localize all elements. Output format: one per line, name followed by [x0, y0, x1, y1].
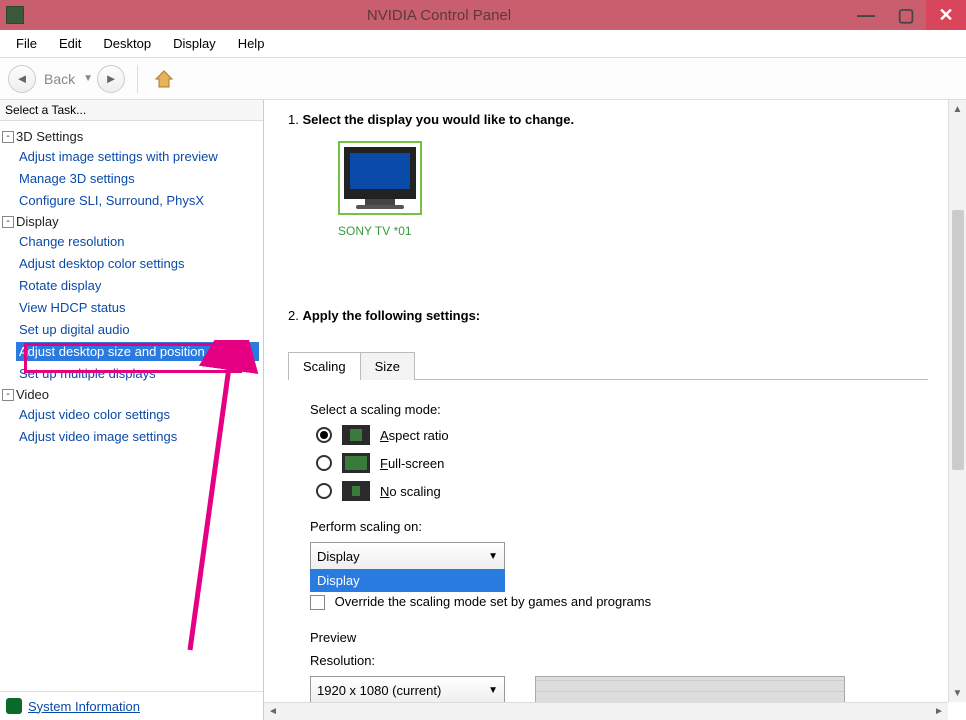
preview-image [535, 676, 845, 702]
display-tile-label: SONY TV *01 [338, 224, 928, 238]
nav-back-dropdown[interactable]: ▼ [83, 73, 93, 84]
settings-tabs: Scaling Size [288, 351, 928, 380]
override-checkbox[interactable] [310, 595, 325, 610]
sidebar-header: Select a Task... [0, 100, 263, 121]
resolution-label: Resolution: [310, 653, 918, 668]
scroll-up-arrow[interactable]: ▲ [949, 100, 966, 118]
system-information-link[interactable]: System Information [28, 699, 140, 714]
home-icon [153, 68, 175, 90]
system-information-bar: System Information [0, 691, 263, 720]
resolution-select[interactable]: 1920 x 1080 (current) ▼ [310, 676, 505, 702]
vertical-scrollbar[interactable]: ▲ ▼ [948, 100, 966, 702]
no-scaling-icon [342, 481, 370, 501]
tree-cat-3d-label: 3D Settings [16, 129, 83, 144]
chevron-down-icon: ▼ [488, 551, 498, 562]
perform-scaling-label: Perform scaling on: [310, 519, 918, 534]
tree-item-view-hdcp[interactable]: View HDCP status [16, 298, 259, 317]
menu-edit[interactable]: Edit [49, 32, 91, 55]
nav-forward-button[interactable]: ► [97, 65, 125, 93]
close-button[interactable]: ✕ [926, 0, 966, 30]
tree-item-adjust-image-preview[interactable]: Adjust image settings with preview [16, 147, 259, 166]
toolbar-separator [137, 65, 138, 93]
radio-noscale-label: No scaling [380, 484, 441, 499]
nav-back-button[interactable]: ◄ [8, 65, 36, 93]
task-tree: - 3D Settings Adjust image settings with… [0, 121, 263, 691]
tree-item-digital-audio[interactable]: Set up digital audio [16, 320, 259, 339]
step2-heading: 2. Apply the following settings: [288, 308, 928, 323]
perform-scaling-dropdown: Display [310, 569, 505, 592]
home-button[interactable] [150, 65, 178, 93]
aspect-ratio-icon [342, 425, 370, 445]
tree-item-rotate-display[interactable]: Rotate display [16, 276, 259, 295]
step1-heading: 1. Select the display you would like to … [288, 112, 928, 127]
monitor-icon [344, 147, 416, 199]
radio-full-label: Full-screen [380, 456, 444, 471]
radio-aspect-label: Aspect ratio [380, 428, 449, 443]
tree-item-change-resolution[interactable]: Change resolution [16, 232, 259, 251]
tree-toggle-display[interactable]: - [2, 216, 14, 228]
preview-label: Preview [310, 630, 918, 645]
menu-desktop[interactable]: Desktop [93, 32, 161, 55]
tab-size[interactable]: Size [360, 352, 415, 380]
tree-item-configure-sli[interactable]: Configure SLI, Surround, PhysX [16, 191, 259, 210]
radio-no-scaling[interactable] [316, 483, 332, 499]
radio-full-screen[interactable] [316, 455, 332, 471]
full-screen-icon [342, 453, 370, 473]
tree-cat-video-label: Video [16, 387, 49, 402]
scroll-right-arrow[interactable]: ► [930, 706, 948, 717]
tree-item-adjust-color[interactable]: Adjust desktop color settings [16, 254, 259, 273]
tree-cat-display-label: Display [16, 214, 59, 229]
perform-scaling-select[interactable]: Display ▼ [310, 542, 505, 570]
menu-help[interactable]: Help [228, 32, 275, 55]
maximize-button[interactable]: ▢ [886, 0, 926, 30]
scroll-thumb[interactable] [952, 210, 964, 470]
tree-item-video-image[interactable]: Adjust video image settings [16, 427, 259, 446]
menu-file[interactable]: File [6, 32, 47, 55]
sidebar: Select a Task... - 3D Settings Adjust im… [0, 100, 264, 720]
tree-item-video-color[interactable]: Adjust video color settings [16, 405, 259, 424]
chevron-down-icon: ▼ [488, 685, 498, 696]
scaling-mode-label: Select a scaling mode: [310, 402, 918, 417]
scroll-down-arrow[interactable]: ▼ [949, 684, 966, 702]
display-tile-sony[interactable] [338, 141, 422, 215]
tree-item-manage-3d[interactable]: Manage 3D settings [16, 169, 259, 188]
radio-aspect-ratio[interactable] [316, 427, 332, 443]
sysinfo-icon [6, 698, 22, 714]
tab-scaling[interactable]: Scaling [288, 352, 361, 380]
titlebar: NVIDIA Control Panel — ▢ ✕ [0, 0, 966, 30]
minimize-button[interactable]: — [846, 0, 886, 30]
menu-display[interactable]: Display [163, 32, 226, 55]
nav-back-label: Back [40, 71, 79, 87]
tree-item-adjust-size-position[interactable]: Adjust desktop size and position [16, 342, 259, 361]
content-panel: 1. Select the display you would like to … [264, 100, 966, 720]
menubar: File Edit Desktop Display Help [0, 30, 966, 58]
tree-toggle-video[interactable]: - [2, 389, 14, 401]
toolbar: ◄ Back ▼ ► [0, 58, 966, 100]
tree-toggle-3d[interactable]: - [2, 131, 14, 143]
perform-scaling-option-display[interactable]: Display [311, 570, 504, 591]
scroll-left-arrow[interactable]: ◄ [264, 706, 282, 717]
tree-item-multiple-displays[interactable]: Set up multiple displays [16, 364, 259, 383]
window-title: NVIDIA Control Panel [32, 7, 846, 24]
app-icon [6, 6, 24, 24]
override-label: Override the scaling mode set by games a… [335, 594, 652, 609]
horizontal-scrollbar[interactable]: ◄ ► [264, 702, 948, 720]
